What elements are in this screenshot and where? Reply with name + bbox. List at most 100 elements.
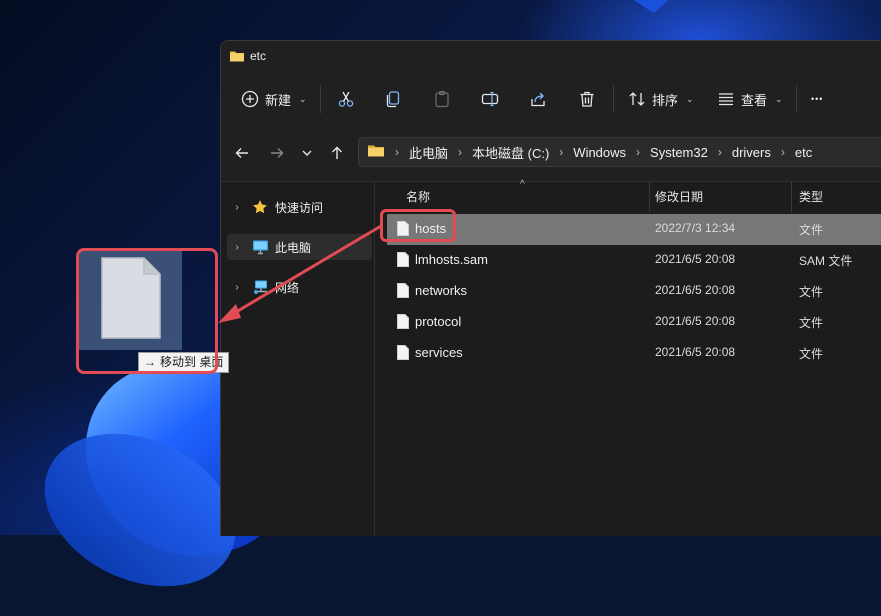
new-button[interactable]: 新建 ⌄ [241, 83, 307, 115]
navigation-pane: › 快速访问 › 此电脑 › 网络 [221, 182, 375, 536]
column-divider[interactable] [649, 182, 650, 212]
breadcrumb-separator: › [559, 145, 564, 159]
rename-button[interactable] [481, 83, 499, 115]
file-type: 文件 [799, 347, 824, 361]
chevron-right-icon[interactable]: › [229, 242, 245, 253]
back-button[interactable] [230, 141, 254, 165]
delete-button[interactable] [578, 83, 596, 115]
folder-icon [229, 49, 245, 66]
forward-button[interactable] [265, 141, 289, 165]
trash-icon [580, 91, 594, 107]
toolbar-divider [320, 85, 321, 113]
file-icon [397, 345, 409, 363]
file-date: 2021/6/5 20:08 [655, 252, 736, 266]
breadcrumb-separator: › [780, 145, 785, 159]
chevron-down-icon: ⌄ [299, 93, 307, 104]
chevron-down-icon: ⌄ [686, 93, 694, 104]
annotation-highlight-hosts [380, 209, 456, 242]
file-row-protocol[interactable]: protocol 2021/6/5 20:08 文件 [387, 307, 881, 338]
breadcrumb-this-pc[interactable]: 此电脑 [409, 143, 448, 162]
file-date: 2021/6/5 20:08 [655, 314, 736, 328]
file-name: lmhosts.sam [415, 252, 488, 267]
chevron-right-icon[interactable]: › [229, 202, 245, 213]
sidebar-item-network[interactable]: › 网络 [227, 274, 372, 300]
rename-icon [481, 91, 499, 107]
chevron-down-icon [302, 150, 312, 156]
cut-button[interactable] [337, 83, 355, 115]
breadcrumb-separator: › [636, 145, 641, 159]
sidebar-item-this-pc[interactable]: › 此电脑 [227, 234, 372, 260]
arrow-right-icon [271, 148, 284, 158]
sort-ascending-icon: ^ [520, 179, 525, 190]
chevron-down-icon: ⌄ [775, 93, 783, 104]
file-row-hosts[interactable]: hosts 2022/7/3 12:34 文件 [387, 214, 881, 245]
file-name: protocol [415, 314, 462, 329]
column-header-name[interactable]: 名称 [406, 182, 430, 212]
chevron-right-icon[interactable]: › [229, 282, 245, 293]
sort-icon [629, 92, 645, 106]
file-icon [397, 314, 409, 332]
breadcrumb-windows[interactable]: Windows [573, 145, 626, 160]
breadcrumb-etc[interactable]: etc [795, 145, 812, 160]
breadcrumb-local-disk[interactable]: 本地磁盘 (C:) [472, 143, 549, 162]
sort-button[interactable]: 排序 ⌄ [628, 83, 694, 115]
breadcrumb-drivers[interactable]: drivers [732, 145, 771, 160]
file-row-services[interactable]: services 2021/6/5 20:08 文件 [387, 338, 881, 369]
breadcrumb-separator: › [717, 145, 722, 159]
arrow-up-icon [332, 146, 342, 159]
column-divider[interactable] [791, 182, 792, 212]
plus-circle-icon [241, 90, 259, 108]
sidebar-item-label: 此电脑 [275, 240, 312, 255]
sidebar-item-quick-access[interactable]: › 快速访问 [227, 194, 372, 220]
file-name: networks [415, 283, 468, 298]
view-label: 查看 [741, 92, 768, 108]
file-icon [397, 283, 409, 301]
network-icon [251, 278, 269, 296]
new-label: 新建 [265, 92, 292, 108]
up-button[interactable] [325, 141, 349, 165]
view-button[interactable]: 查看 ⌄ [717, 83, 783, 115]
copy-button[interactable] [384, 83, 402, 115]
breadcrumb-system32[interactable]: System32 [650, 145, 708, 160]
explorer-window: etc 新建 ⌄ 排序 ⌄ 查看 ⌄ ••• › 此电脑 › 本地磁盘 (C:)… [220, 40, 881, 536]
view-list-icon [719, 93, 733, 106]
file-date: 2021/6/5 20:08 [655, 345, 736, 359]
file-type: 文件 [799, 316, 824, 330]
share-button[interactable] [529, 83, 547, 115]
recent-locations-button[interactable] [295, 141, 319, 165]
file-name: services [415, 345, 463, 360]
file-row-networks[interactable]: networks 2021/6/5 20:08 文件 [387, 276, 881, 307]
toolbar-divider [613, 85, 614, 113]
folder-icon [367, 143, 385, 161]
column-header-type[interactable]: 类型 [799, 182, 823, 212]
scissors-icon [338, 91, 354, 107]
sidebar-item-label: 网络 [275, 280, 300, 295]
more-button[interactable]: ••• [811, 83, 823, 115]
sidebar-item-label: 快速访问 [275, 200, 324, 215]
toolbar-divider [796, 85, 797, 113]
file-type: SAM 文件 [799, 254, 853, 268]
column-header-date[interactable]: 修改日期 [655, 182, 703, 212]
file-date: 2022/7/3 12:34 [655, 221, 736, 235]
file-date: 2021/6/5 20:08 [655, 283, 736, 297]
file-icon [397, 252, 409, 270]
star-icon [251, 198, 269, 216]
navigation-bar: › 此电脑 › 本地磁盘 (C:) › Windows › System32 ›… [221, 125, 881, 182]
file-type: 文件 [799, 285, 824, 299]
file-type: 文件 [799, 223, 824, 237]
more-icon: ••• [811, 94, 824, 104]
copy-icon [386, 91, 400, 108]
command-bar: 新建 ⌄ 排序 ⌄ 查看 ⌄ ••• [221, 73, 881, 125]
window-title: etc [250, 49, 267, 63]
sort-label: 排序 [652, 92, 679, 108]
monitor-icon [251, 238, 269, 256]
share-icon [531, 92, 545, 107]
breadcrumb-separator: › [458, 145, 463, 159]
annotation-highlight-desktop [76, 248, 218, 374]
file-row-lmhosts[interactable]: lmhosts.sam 2021/6/5 20:08 SAM 文件 [387, 245, 881, 276]
title-bar[interactable]: etc [221, 41, 881, 73]
clipboard-icon [435, 90, 449, 108]
address-bar[interactable]: › 此电脑 › 本地磁盘 (C:) › Windows › System32 ›… [358, 137, 881, 167]
arrow-left-icon [235, 148, 248, 158]
paste-button[interactable] [433, 83, 451, 115]
